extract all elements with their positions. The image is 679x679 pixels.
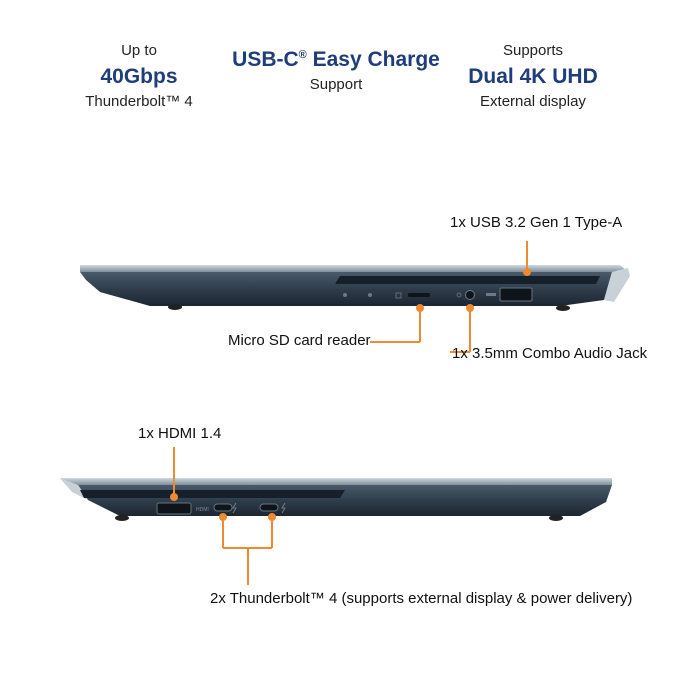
lid-edge (60, 478, 612, 485)
foot (549, 515, 563, 521)
label-usb-a: 1x USB 3.2 Gen 1 Type-A (450, 214, 623, 231)
usb-a-port (499, 287, 533, 302)
laptop-right-side (80, 265, 630, 311)
sd-slot (408, 293, 430, 297)
label-hdmi: 1x HDMI 1.4 (138, 425, 222, 442)
laptop-left-side: HDMI (60, 478, 612, 521)
thunderbolt-port (213, 503, 233, 512)
foot (556, 305, 570, 311)
led-icon (343, 293, 347, 297)
svg-text:HDMI: HDMI (196, 507, 209, 513)
thunderbolt-port (259, 503, 279, 512)
led-icon (368, 293, 372, 297)
label-sd-reader: Micro SD card reader (228, 332, 371, 349)
audio-jack (465, 290, 475, 300)
vent-line (335, 276, 600, 284)
usb-icon (486, 293, 496, 296)
hdmi-port (156, 502, 192, 515)
foot (115, 515, 129, 521)
lid-edge (80, 265, 628, 272)
label-thunderbolt: 2x Thunderbolt™ 4 (supports external dis… (210, 590, 633, 607)
label-audio-jack: 1x 3.5mm Combo Audio Jack (452, 345, 648, 362)
vent-line (80, 490, 345, 498)
foot (168, 304, 182, 310)
